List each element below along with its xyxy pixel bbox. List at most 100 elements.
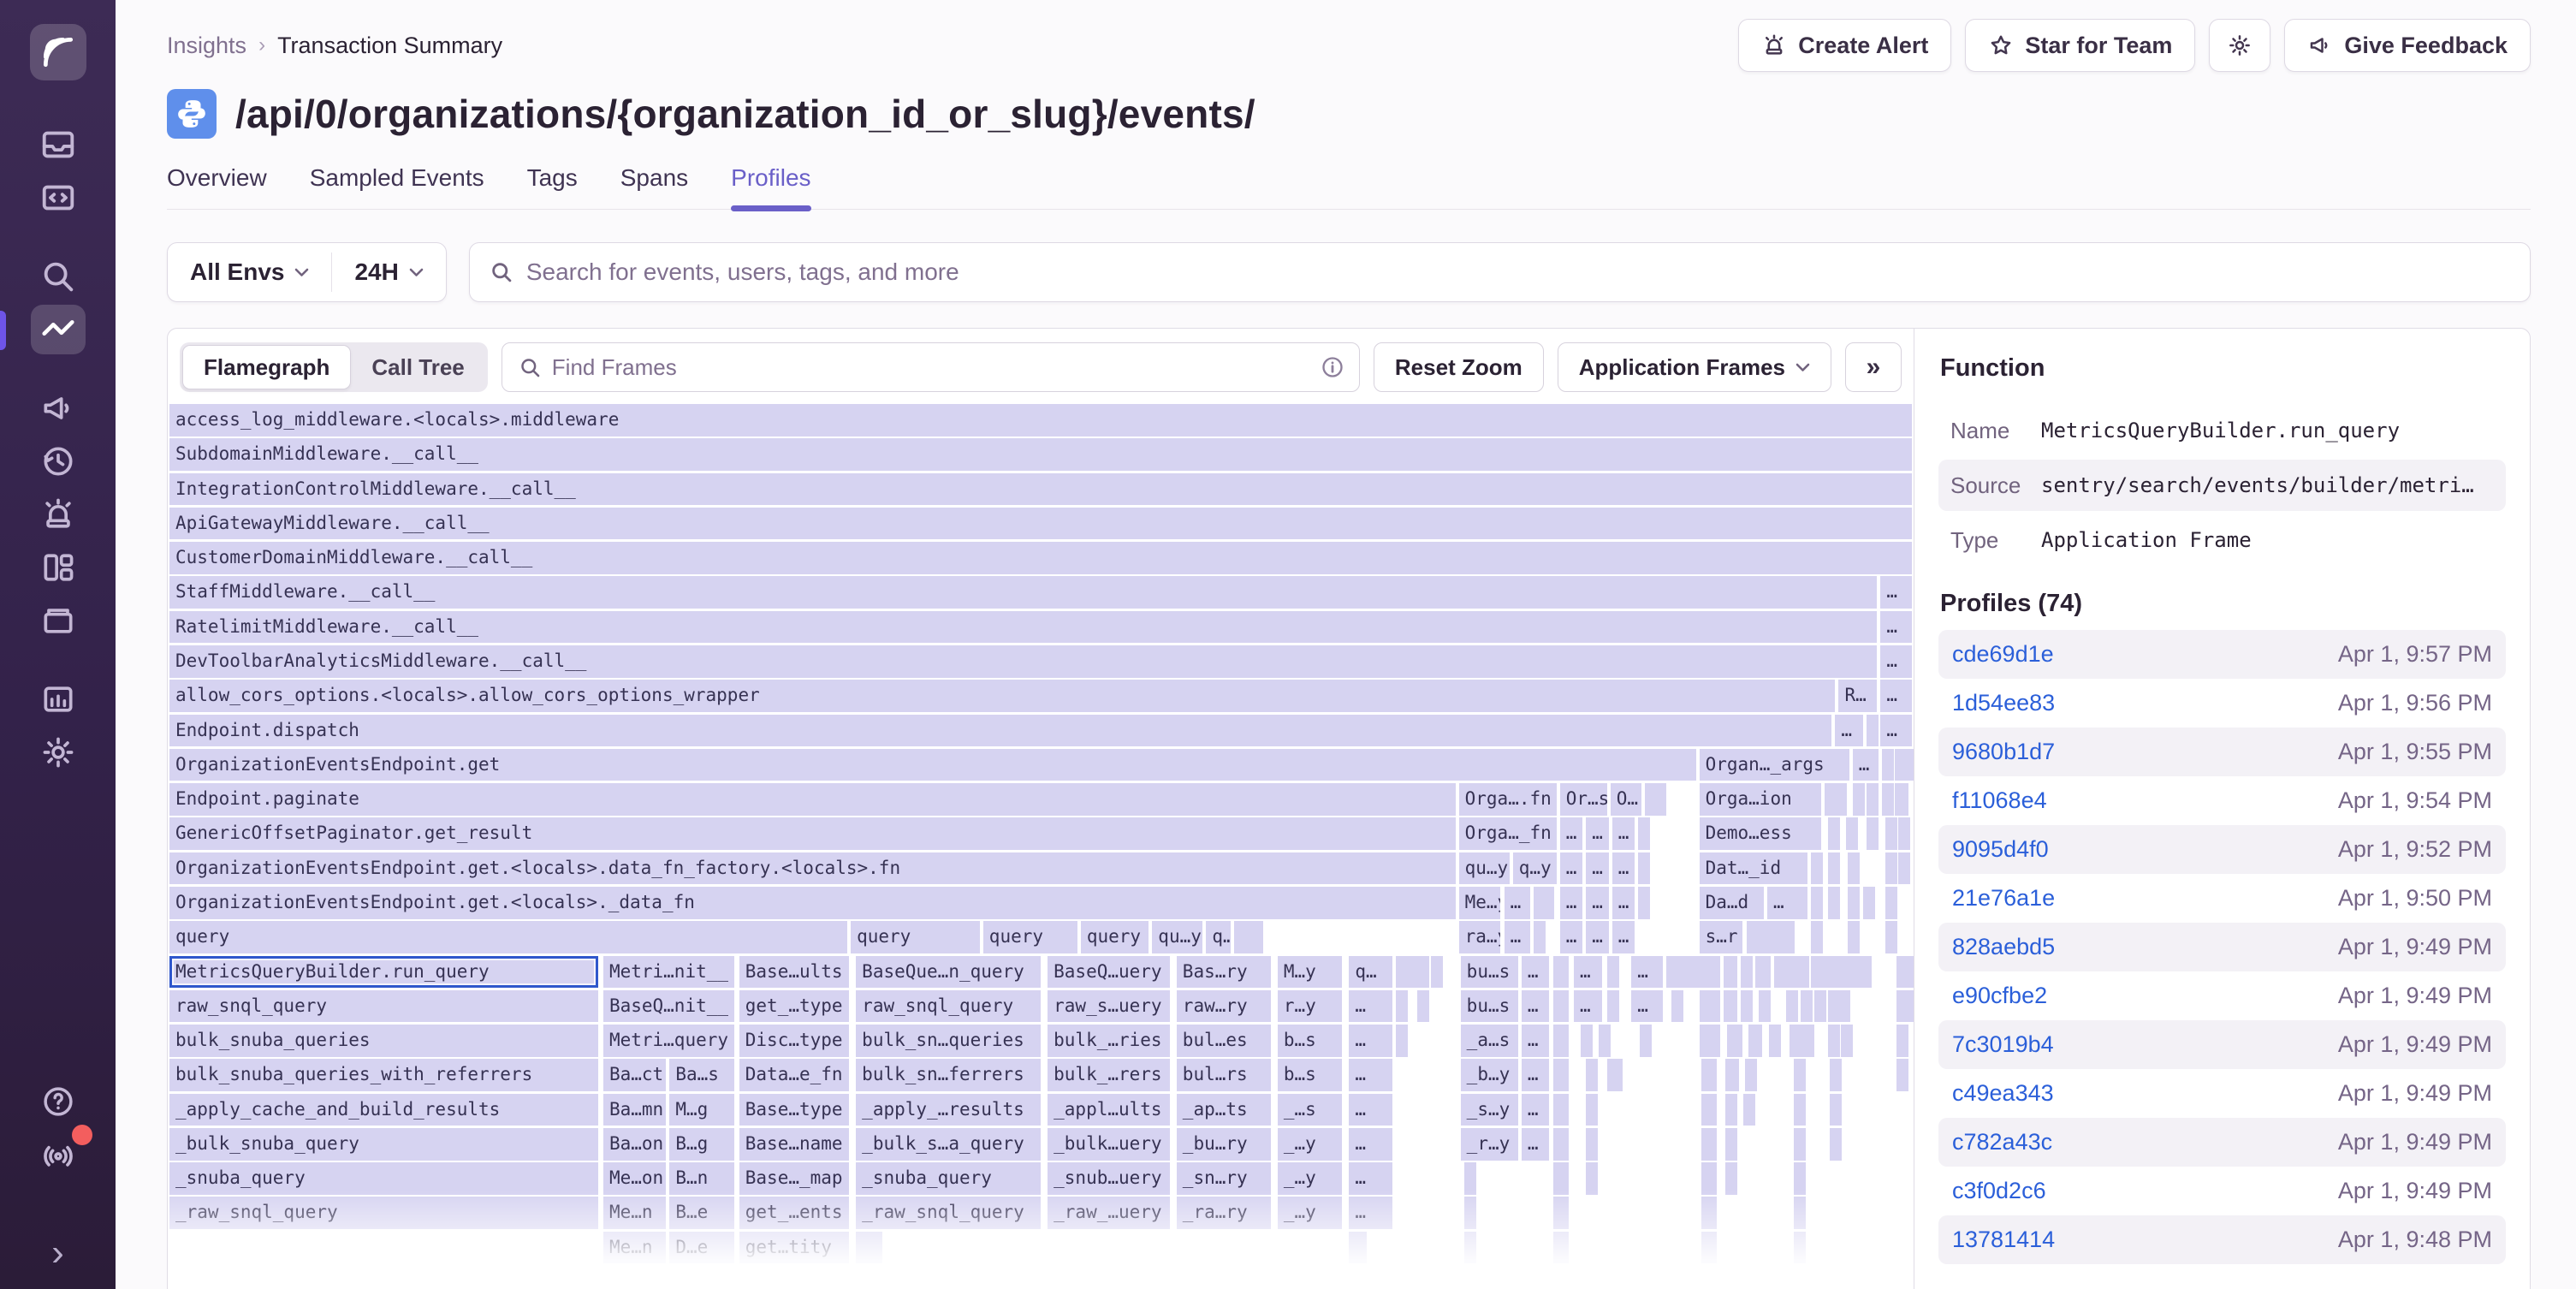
flame-frame[interactable]: … bbox=[1586, 817, 1608, 850]
flame-frame[interactable] bbox=[1431, 956, 1443, 989]
flame-frame[interactable]: Base…_map bbox=[739, 1162, 849, 1195]
flame-frame[interactable]: … bbox=[1586, 887, 1608, 919]
flame-frame[interactable] bbox=[1786, 990, 1798, 1023]
flame-frame[interactable] bbox=[1896, 1025, 1908, 1057]
flame-frame[interactable] bbox=[1898, 852, 1910, 885]
profile-row[interactable]: 7c3019b4Apr 1, 9:49 PM bbox=[1938, 1020, 2506, 1069]
profile-id-link[interactable]: 9095d4f0 bbox=[1952, 836, 2049, 863]
flame-frame[interactable]: … bbox=[1853, 749, 1879, 781]
flame-frame[interactable] bbox=[1553, 990, 1569, 1023]
profile-row[interactable]: f11068e4Apr 1, 9:54 PM bbox=[1938, 776, 2506, 825]
profile-row[interactable]: cde69d1eApr 1, 9:57 PM bbox=[1938, 630, 2506, 679]
flame-frame[interactable]: … bbox=[1349, 990, 1392, 1023]
flame-frame[interactable]: _raw_…uery bbox=[1048, 1197, 1170, 1229]
flame-frame[interactable] bbox=[1794, 1197, 1806, 1229]
flame-frame[interactable] bbox=[1553, 1162, 1569, 1195]
flame-frame[interactable]: Me…n bbox=[603, 1232, 666, 1264]
flame-frame[interactable]: … bbox=[1880, 680, 1912, 712]
flame-frame[interactable]: O… bbox=[1611, 783, 1642, 816]
flame-frame[interactable]: get_…type bbox=[739, 990, 849, 1023]
flame-frame[interactable]: query bbox=[1081, 921, 1149, 953]
flame-frame[interactable]: … bbox=[1349, 1059, 1392, 1091]
flame-frame[interactable]: B…n bbox=[669, 1162, 733, 1195]
profile-id-link[interactable]: c3f0d2c6 bbox=[1952, 1178, 2046, 1204]
flame-frame[interactable]: bulk_snuba_queries bbox=[169, 1025, 598, 1057]
flame-frame[interactable] bbox=[1848, 852, 1860, 885]
flame-frame[interactable]: … bbox=[1880, 576, 1912, 609]
profile-row[interactable]: e90cfbe2Apr 1, 9:49 PM bbox=[1938, 971, 2506, 1020]
flame-frame[interactable] bbox=[1700, 1025, 1720, 1057]
flame-frame[interactable]: _snub…uery bbox=[1048, 1162, 1170, 1195]
flame-frame[interactable]: … bbox=[1880, 645, 1912, 678]
flame-frame[interactable] bbox=[1835, 783, 1847, 816]
flame-frame[interactable]: … bbox=[1574, 990, 1602, 1023]
flame-frame[interactable] bbox=[1599, 1025, 1611, 1057]
flame-frame[interactable]: … bbox=[1505, 887, 1531, 919]
flame-frame[interactable] bbox=[1771, 921, 1783, 953]
flame-frame[interactable]: … bbox=[1586, 921, 1608, 953]
flame-frame[interactable] bbox=[1638, 817, 1650, 850]
breadcrumb-insights[interactable]: Insights bbox=[167, 33, 246, 59]
profile-id-link[interactable]: 7c3019b4 bbox=[1952, 1031, 2054, 1058]
flame-frame[interactable] bbox=[1885, 921, 1897, 953]
flame-frame[interactable]: … bbox=[1560, 921, 1582, 953]
tab-spans[interactable]: Spans bbox=[620, 164, 688, 209]
flame-frame[interactable]: BaseQue…n_query bbox=[856, 956, 1041, 989]
flame-frame[interactable] bbox=[1534, 921, 1546, 953]
sidebar-item-alerts[interactable] bbox=[31, 490, 86, 539]
flame-frame[interactable]: Ba…s bbox=[669, 1059, 733, 1091]
flame-frame[interactable] bbox=[1701, 1232, 1717, 1264]
flame-frame[interactable] bbox=[1747, 921, 1759, 953]
profile-id-link[interactable]: 13781414 bbox=[1952, 1227, 2055, 1253]
flame-frame[interactable]: B…g bbox=[669, 1128, 733, 1161]
flame-frame[interactable] bbox=[1867, 715, 1879, 747]
sidebar-item-help[interactable] bbox=[31, 1077, 86, 1126]
flame-frame[interactable] bbox=[1671, 990, 1683, 1023]
flame-frame[interactable]: … bbox=[1880, 715, 1912, 747]
profile-row[interactable]: 828aebd5Apr 1, 9:49 PM bbox=[1938, 923, 2506, 971]
flame-frame[interactable]: BaseQ…uery bbox=[1048, 956, 1170, 989]
flame-frame[interactable]: _bulk…uery bbox=[1048, 1128, 1170, 1161]
flame-frame[interactable]: bulk_sn…ferrers bbox=[856, 1059, 1041, 1091]
flame-frame[interactable]: … bbox=[1631, 990, 1663, 1023]
flame-frame[interactable] bbox=[1828, 1025, 1840, 1057]
flame-frame[interactable] bbox=[1885, 817, 1897, 850]
flame-frame[interactable] bbox=[1811, 921, 1823, 953]
flame-frame[interactable]: r…y bbox=[1278, 990, 1342, 1023]
flame-frame[interactable] bbox=[1654, 783, 1666, 816]
sidebar-item-dashboards[interactable] bbox=[31, 543, 86, 592]
flame-frame[interactable] bbox=[1867, 817, 1879, 850]
flame-frame[interactable]: _…y bbox=[1278, 1197, 1342, 1229]
flame-frame[interactable] bbox=[1586, 1059, 1598, 1091]
flame-frame[interactable] bbox=[1774, 956, 1786, 989]
flame-frame[interactable] bbox=[1755, 956, 1771, 989]
profile-row[interactable]: c782a43cApr 1, 9:49 PM bbox=[1938, 1118, 2506, 1167]
sidebar-collapse-chevron[interactable]: › bbox=[51, 1234, 64, 1272]
flame-frame[interactable]: bulk_…ries bbox=[1048, 1025, 1170, 1057]
flame-frame[interactable] bbox=[1553, 1232, 1569, 1264]
flame-frame[interactable]: query bbox=[169, 921, 847, 953]
search-input[interactable] bbox=[469, 242, 2531, 302]
flame-frame[interactable]: DevToolbarAnalyticsMiddleware.__call__ bbox=[169, 645, 1877, 678]
flame-frame[interactable] bbox=[1743, 1094, 1755, 1126]
flame-frame[interactable]: … bbox=[1522, 990, 1550, 1023]
flame-frame[interactable]: access_log_middleware.<locals>.middlewar… bbox=[169, 404, 1912, 437]
flame-frame[interactable] bbox=[1700, 990, 1720, 1023]
flame-frame[interactable]: _bulk_snuba_query bbox=[169, 1128, 598, 1161]
flame-frame[interactable]: Base…type bbox=[739, 1094, 849, 1126]
flame-frame[interactable]: … bbox=[1522, 956, 1550, 989]
flame-frame[interactable] bbox=[1741, 956, 1753, 989]
flame-frame[interactable] bbox=[1853, 783, 1865, 816]
sidebar-item-issues[interactable] bbox=[31, 120, 86, 169]
flame-frame[interactable] bbox=[1828, 817, 1840, 850]
flame-frame[interactable] bbox=[1725, 1162, 1737, 1195]
flame-frame[interactable] bbox=[1586, 1162, 1598, 1195]
flame-frame[interactable] bbox=[1794, 1128, 1806, 1161]
flame-frame[interactable] bbox=[1700, 956, 1720, 989]
flame-frame[interactable]: Da…d bbox=[1700, 887, 1764, 919]
flame-frame[interactable]: Ba…mn bbox=[603, 1094, 666, 1126]
flame-frame[interactable]: StaffMiddleware.__call__ bbox=[169, 576, 1877, 609]
flame-frame[interactable]: B…e bbox=[669, 1197, 733, 1229]
flame-frame[interactable]: _…s bbox=[1278, 1094, 1342, 1126]
flame-frame[interactable] bbox=[1542, 887, 1554, 919]
